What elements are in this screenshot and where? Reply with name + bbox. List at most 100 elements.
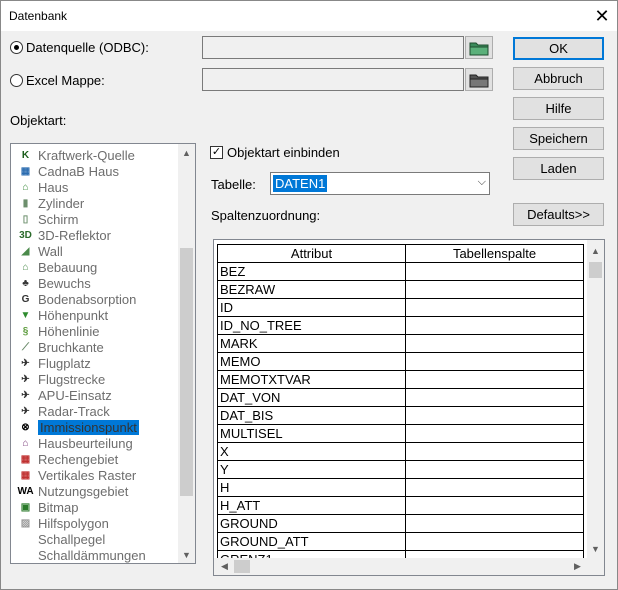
- object-type-item[interactable]: ✈ APU-Einsatz: [11, 387, 177, 403]
- scroll-down-icon[interactable]: ▼: [587, 540, 604, 557]
- attribute-cell[interactable]: X: [217, 442, 406, 461]
- object-type-item[interactable]: ▯ Schirm: [11, 211, 177, 227]
- cancel-button[interactable]: Abbruch: [513, 67, 604, 90]
- object-type-item[interactable]: K Kraftwerk-Quelle: [11, 147, 177, 163]
- table-row[interactable]: ID: [217, 298, 584, 317]
- attribute-cell[interactable]: DAT_VON: [217, 388, 406, 407]
- object-type-item[interactable]: ▣ Bitmap: [11, 499, 177, 515]
- table-column-cell[interactable]: [405, 514, 584, 533]
- table-column-cell[interactable]: [405, 298, 584, 317]
- odbc-radio[interactable]: [10, 41, 23, 54]
- table-column-cell[interactable]: [405, 316, 584, 335]
- odbc-source-field[interactable]: [202, 36, 464, 59]
- table-column-cell[interactable]: [405, 334, 584, 353]
- object-type-item[interactable]: ⊗ Immissionspunkt: [11, 419, 177, 435]
- table-column-cell[interactable]: [405, 370, 584, 389]
- close-icon[interactable]: ✕: [587, 1, 617, 31]
- object-type-item[interactable]: 3D 3D-Reflektor: [11, 227, 177, 243]
- scroll-right-icon[interactable]: ▶: [569, 558, 586, 575]
- object-type-item[interactable]: ▨ Hilfspolygon: [11, 515, 177, 531]
- attribute-cell[interactable]: MEMOTXTVAR: [217, 370, 406, 389]
- scroll-thumb[interactable]: [234, 560, 250, 573]
- table-row[interactable]: DAT_VON: [217, 388, 584, 407]
- attribute-cell[interactable]: H: [217, 478, 406, 497]
- attribute-cell[interactable]: MULTISEL: [217, 424, 406, 443]
- object-list-scrollbar[interactable]: ▲ ▼: [178, 144, 195, 563]
- object-type-list[interactable]: K Kraftwerk-Quelle ▦ CadnaB Haus ⌂ Haus ▮ Zylin…: [10, 143, 196, 564]
- table-row[interactable]: H_ATT: [217, 496, 584, 515]
- table-row[interactable]: MARK: [217, 334, 584, 353]
- chevron-down-icon[interactable]: ⌵: [478, 176, 486, 189]
- scroll-up-icon[interactable]: ▲: [178, 144, 195, 161]
- object-type-item[interactable]: G Bodenabsorption: [11, 291, 177, 307]
- object-type-item[interactable]: ▮ Zylinder: [11, 195, 177, 211]
- table-row[interactable]: MULTISEL: [217, 424, 584, 443]
- object-type-item[interactable]: ♣ Bewuchs: [11, 275, 177, 291]
- attribute-cell[interactable]: BEZRAW: [217, 280, 406, 299]
- table-column-cell[interactable]: [405, 532, 584, 551]
- attribute-cell[interactable]: BEZ: [217, 262, 406, 281]
- attribute-cell[interactable]: MARK: [217, 334, 406, 353]
- object-type-item[interactable]: ✈ Flugplatz: [11, 355, 177, 371]
- attribute-cell[interactable]: ID_NO_TREE: [217, 316, 406, 335]
- attribute-cell[interactable]: ID: [217, 298, 406, 317]
- object-type-item[interactable]: ⌂ Haus: [11, 179, 177, 195]
- help-button[interactable]: Hilfe: [513, 97, 604, 120]
- excel-browse-button[interactable]: [465, 68, 493, 91]
- table-row[interactable]: ID_NO_TREE: [217, 316, 584, 335]
- object-type-item[interactable]: ▦ CadnaB Haus: [11, 163, 177, 179]
- header-tabellenspalte[interactable]: Tabellenspalte: [405, 244, 584, 263]
- attribute-cell[interactable]: Y: [217, 460, 406, 479]
- scroll-left-icon[interactable]: ◀: [216, 558, 233, 575]
- scroll-thumb[interactable]: [180, 248, 193, 496]
- table-row[interactable]: GROUND: [217, 514, 584, 533]
- table-row[interactable]: MEMO: [217, 352, 584, 371]
- table-column-cell[interactable]: [405, 460, 584, 479]
- attribute-cell[interactable]: H_ATT: [217, 496, 406, 515]
- object-type-item[interactable]: Schalldämmungen: [11, 547, 177, 563]
- table-row[interactable]: DAT_BIS: [217, 406, 584, 425]
- table-column-cell[interactable]: [405, 478, 584, 497]
- table-column-cell[interactable]: [405, 496, 584, 515]
- excel-file-field[interactable]: [202, 68, 464, 91]
- object-type-item[interactable]: ▦ Vertikales Raster: [11, 467, 177, 483]
- defaults-button[interactable]: Defaults>>: [513, 203, 604, 226]
- object-type-item[interactable]: § Höhenlinie: [11, 323, 177, 339]
- scroll-up-icon[interactable]: ▲: [587, 242, 604, 259]
- attribute-cell[interactable]: DAT_BIS: [217, 406, 406, 425]
- table-column-cell[interactable]: [405, 424, 584, 443]
- object-type-item[interactable]: ▦ Rechengebiet: [11, 451, 177, 467]
- table-row[interactable]: Y: [217, 460, 584, 479]
- object-type-item[interactable]: WA Nutzungsgebiet: [11, 483, 177, 499]
- object-type-item[interactable]: ✈ Flugstrecke: [11, 371, 177, 387]
- excel-radio[interactable]: [10, 74, 23, 87]
- ok-button[interactable]: OK: [513, 37, 604, 60]
- odbc-browse-button[interactable]: [465, 36, 493, 59]
- object-type-item[interactable]: ⟋ Bruchkante: [11, 339, 177, 355]
- attribute-cell[interactable]: GROUND_ATT: [217, 532, 406, 551]
- table-column-cell[interactable]: [405, 352, 584, 371]
- load-button[interactable]: Laden: [513, 157, 604, 180]
- object-type-item[interactable]: ⌂ Hausbeurteilung: [11, 435, 177, 451]
- table-row[interactable]: H: [217, 478, 584, 497]
- header-attribut[interactable]: Attribut: [217, 244, 406, 263]
- grid-horizontal-scrollbar[interactable]: ◀ ▶: [214, 558, 604, 575]
- table-row[interactable]: MEMOTXTVAR: [217, 370, 584, 389]
- include-checkbox[interactable]: ✓: [210, 146, 223, 159]
- object-type-item[interactable]: ▼ Höhenpunkt: [11, 307, 177, 323]
- table-column-cell[interactable]: [405, 280, 584, 299]
- table-column-cell[interactable]: [405, 262, 584, 281]
- attribute-cell[interactable]: GROUND: [217, 514, 406, 533]
- table-column-cell[interactable]: [405, 406, 584, 425]
- table-row[interactable]: GROUND_ATT: [217, 532, 584, 551]
- scroll-thumb[interactable]: [589, 262, 602, 278]
- object-type-item[interactable]: ✈ Radar-Track: [11, 403, 177, 419]
- grid-vertical-scrollbar[interactable]: ▲ ▼: [587, 240, 604, 558]
- table-column-cell[interactable]: [405, 388, 584, 407]
- table-column-cell[interactable]: [405, 442, 584, 461]
- attribute-cell[interactable]: MEMO: [217, 352, 406, 371]
- table-row[interactable]: BEZ: [217, 262, 584, 281]
- column-mapping-grid[interactable]: Attribut Tabellenspalte BEZ BEZRAW ID ID_NO…: [213, 239, 605, 576]
- save-button[interactable]: Speichern: [513, 127, 604, 150]
- table-select[interactable]: DATEN1 ⌵: [270, 172, 490, 195]
